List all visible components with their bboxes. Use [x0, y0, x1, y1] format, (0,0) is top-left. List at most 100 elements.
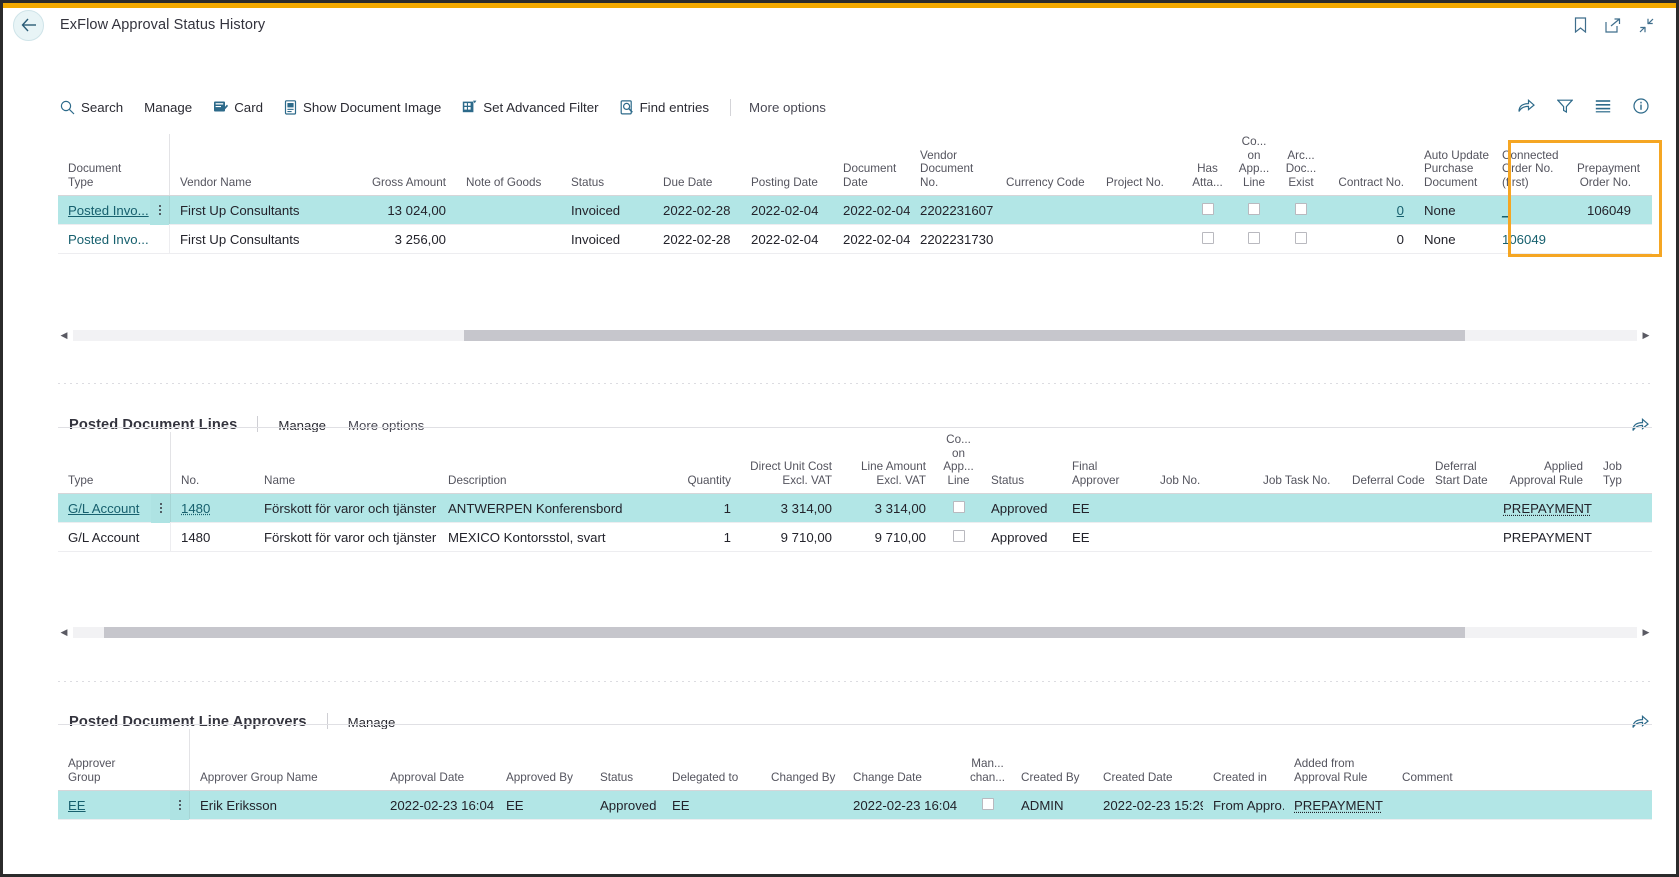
- lines-grid-cell-comment-on-approval-line[interactable]: [936, 500, 981, 516]
- documents-grid-column-header[interactable]: Gross Amount: [338, 176, 456, 195]
- action-show-document-image[interactable]: Show Document Image: [284, 100, 441, 115]
- approvers-grid-column-header[interactable]: Change Date: [843, 771, 964, 790]
- scroll-thumb[interactable]: [104, 626, 1465, 638]
- documents-grid-hscrollbar[interactable]: ◀ ▶: [58, 328, 1652, 342]
- documents-grid-cell-archived-doc-exist[interactable]: [1277, 202, 1325, 218]
- documents-grid-cell-document-type[interactable]: Posted Invo...: [58, 232, 150, 247]
- documents-grid-column-header[interactable]: Arc... Doc... Exist: [1277, 149, 1325, 195]
- documents-grid-link-contract-no[interactable]: 0: [1397, 203, 1404, 218]
- documents-grid-column-header[interactable]: Document Type: [58, 162, 150, 195]
- approvers-grid-cell-approver-group[interactable]: EE: [58, 798, 170, 813]
- documents-grid-row-kebab-menu[interactable]: [150, 195, 169, 225]
- action-manage[interactable]: Manage: [144, 100, 192, 115]
- open-in-new-window-icon[interactable]: [1605, 17, 1621, 33]
- action-find-entries[interactable]: Find entries: [620, 100, 709, 115]
- lines-grid-link-type[interactable]: G/L Account: [68, 501, 139, 516]
- documents-grid-link-document-type[interactable]: Posted Invo...: [68, 203, 149, 218]
- lines-grid-column-header[interactable]: Description: [438, 474, 638, 493]
- approvers-grid-column-header[interactable]: Delegated to: [662, 771, 761, 790]
- approvers-grid-row-kebab-menu[interactable]: [170, 790, 189, 820]
- documents-grid-column-header[interactable]: Co... on App... Line: [1231, 135, 1277, 195]
- checkbox-archived-doc-exist[interactable]: [1295, 231, 1307, 244]
- action-set-advanced-filter[interactable]: Set Advanced Filter: [462, 100, 599, 115]
- documents-grid-cell-contract-no[interactable]: 0: [1325, 203, 1414, 218]
- approvers-grid-link-approver-group[interactable]: EE: [68, 798, 86, 813]
- approvers-grid-cell-manually-changed[interactable]: [964, 797, 1011, 813]
- documents-grid-link-connected-order-no-first[interactable]: 106049: [1502, 232, 1546, 247]
- checkbox-archived-doc-exist[interactable]: [1295, 202, 1307, 215]
- documents-grid-row[interactable]: Posted Invo... First Up Consultants 3 256,…: [58, 225, 1652, 254]
- lines-grid-cell-comment-on-approval-line[interactable]: [936, 529, 981, 545]
- documents-grid-column-header[interactable]: Contract No.: [1325, 176, 1414, 195]
- approvers-grid-column-header[interactable]: Man... chan...: [964, 757, 1011, 790]
- lines-share-icon[interactable]: [1632, 418, 1649, 432]
- documents-grid-cell-archived-doc-exist[interactable]: [1277, 231, 1325, 247]
- checkbox-comment-on-approval-line[interactable]: [952, 529, 965, 542]
- documents-grid-column-header[interactable]: Project No.: [1096, 176, 1184, 195]
- scroll-left-arrow-icon[interactable]: ◀: [58, 330, 70, 340]
- lines-grid-column-header[interactable]: Job No.: [1150, 474, 1253, 493]
- approvers-grid-column-header[interactable]: Comment: [1392, 771, 1512, 790]
- documents-grid-row[interactable]: Posted Invo... First Up Consultants 13 024…: [58, 195, 1652, 225]
- approvers-manage-button[interactable]: Manage: [348, 715, 396, 730]
- scroll-track[interactable]: [73, 329, 1637, 341]
- lines-grid-column-header[interactable]: No.: [171, 474, 254, 493]
- documents-grid-cell-connected-order-no-first[interactable]: _: [1492, 203, 1577, 218]
- lines-grid-column-header[interactable]: Status: [981, 474, 1062, 493]
- lines-grid-column-header[interactable]: Deferral Start Date: [1425, 460, 1503, 493]
- share-icon[interactable]: [1518, 98, 1535, 116]
- checkbox-comment-on-approval-line[interactable]: [1248, 202, 1260, 215]
- documents-grid-cell-comment-on-approval-line[interactable]: [1231, 202, 1277, 218]
- documents-grid-cell-document-type[interactable]: Posted Invo...: [58, 203, 150, 218]
- lines-grid-link-applied-approval-rule[interactable]: PREPAYMENT: [1503, 501, 1592, 516]
- documents-grid-column-header[interactable]: Auto Update Purchase Document: [1414, 149, 1492, 195]
- documents-grid-cell-connected-order-no-first[interactable]: 106049: [1492, 232, 1577, 247]
- lines-grid-column-header[interactable]: Job Task No.: [1253, 474, 1342, 493]
- documents-grid-column-header[interactable]: Posting Date: [741, 176, 833, 195]
- checkbox-comment-on-approval-line[interactable]: [952, 500, 965, 513]
- lines-grid-column-header[interactable]: Direct Unit Cost Excl. VAT: [741, 460, 842, 493]
- lines-grid-cell-type[interactable]: G/L Account: [58, 501, 151, 516]
- lines-grid-column-header[interactable]: Job Typ: [1593, 460, 1627, 493]
- lines-grid-column-header[interactable]: Co... on App... Line: [936, 433, 981, 493]
- lines-manage-button[interactable]: Manage: [278, 418, 326, 433]
- approvers-grid-column-header[interactable]: Created By: [1011, 771, 1093, 790]
- scroll-track[interactable]: [73, 626, 1637, 638]
- approvers-grid-column-header[interactable]: Status: [590, 771, 662, 790]
- lines-more-options-button[interactable]: More options: [348, 418, 424, 433]
- approvers-grid-column-header[interactable]: Approval Date: [380, 771, 496, 790]
- scroll-thumb[interactable]: [464, 329, 1465, 341]
- scroll-left-arrow-icon[interactable]: ◀: [58, 627, 70, 637]
- approvers-grid-column-header[interactable]: Changed By: [761, 771, 843, 790]
- action-search[interactable]: Search: [60, 100, 123, 115]
- documents-grid-cell-comment-on-approval-line[interactable]: [1231, 231, 1277, 247]
- approvers-grid-column-header[interactable]: Added from Approval Rule: [1284, 757, 1392, 790]
- documents-grid-cell-has-attachment[interactable]: [1184, 231, 1231, 247]
- approvers-share-icon[interactable]: [1632, 715, 1649, 729]
- action-card[interactable]: Card: [213, 100, 263, 115]
- bookmark-icon[interactable]: [1574, 17, 1587, 33]
- documents-grid-column-header[interactable]: Has Atta...: [1184, 162, 1231, 195]
- checkbox-comment-on-approval-line[interactable]: [1248, 231, 1260, 244]
- lines-grid-column-header[interactable]: Final Approver: [1062, 460, 1150, 493]
- scroll-right-arrow-icon[interactable]: ▶: [1640, 627, 1652, 637]
- approvers-grid-column-header[interactable]: Created in: [1203, 771, 1284, 790]
- documents-grid-column-header[interactable]: Currency Code: [996, 176, 1096, 195]
- documents-grid-cell-has-attachment[interactable]: [1184, 202, 1231, 218]
- back-arrow-icon[interactable]: [13, 9, 44, 41]
- checkbox-manually-changed[interactable]: [981, 797, 994, 810]
- documents-grid-column-header[interactable]: Vendor Document No.: [910, 149, 996, 195]
- lines-grid-hscrollbar[interactable]: ◀ ▶: [58, 625, 1652, 639]
- filter-icon[interactable]: [1556, 99, 1574, 116]
- documents-grid-column-header[interactable]: Connected Order No. (first): [1492, 149, 1577, 195]
- action-more-options[interactable]: More options: [749, 100, 826, 115]
- documents-grid-column-header[interactable]: Due Date: [653, 176, 741, 195]
- collapse-icon[interactable]: [1639, 18, 1654, 33]
- lines-grid-cell-applied-approval-rule[interactable]: PREPAYMENT: [1503, 501, 1593, 516]
- approvers-grid-link-added-from-approval-rule[interactable]: PREPAYMENT: [1294, 798, 1383, 813]
- lines-grid-column-header[interactable]: Quantity: [638, 474, 741, 493]
- documents-grid-column-header[interactable]: Prepayment Order No.: [1577, 162, 1641, 195]
- lines-grid-column-header[interactable]: Name: [254, 474, 438, 493]
- scroll-right-arrow-icon[interactable]: ▶: [1640, 330, 1652, 340]
- approvers-grid-column-header[interactable]: Approver Group: [58, 757, 170, 790]
